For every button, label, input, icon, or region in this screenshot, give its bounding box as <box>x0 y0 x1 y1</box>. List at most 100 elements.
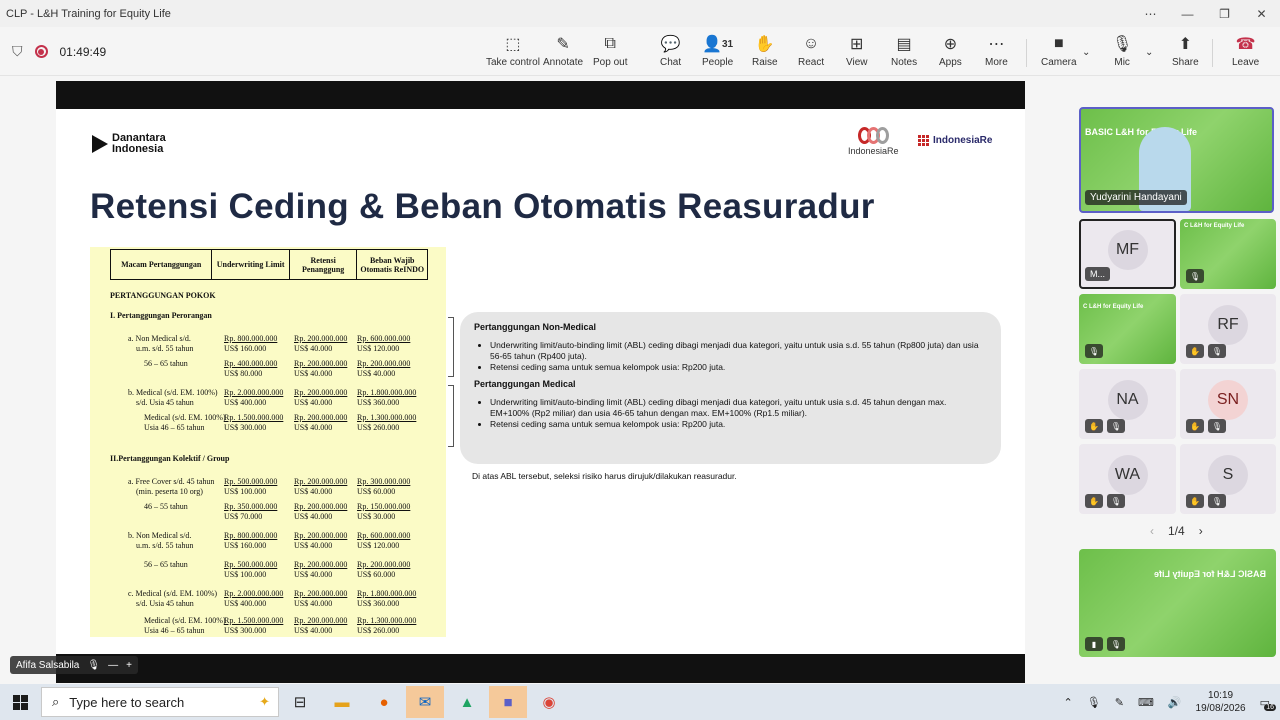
chat-button[interactable]: 💬 Chat <box>660 33 681 73</box>
speaker-icon[interactable]: 🔊 <box>1168 696 1182 709</box>
meeting-timer: 01:49:49 <box>59 44 107 59</box>
firefox-button[interactable]: ● <box>365 686 403 718</box>
teams-button[interactable]: ■ <box>489 686 527 718</box>
zoom-in-button[interactable]: + <box>126 660 132 671</box>
table-cell: Rp. 150.000.000 <box>357 502 411 511</box>
shared-view-tile[interactable]: BASIC L&H for Equity Life ▮ 🎙 <box>1079 549 1276 657</box>
chrome-icon: ◉ <box>542 694 556 711</box>
google-drive-button[interactable]: ▲ <box>448 686 486 718</box>
table-cell: US$ 160.000 <box>224 541 267 550</box>
hand-icon: ✋ <box>1186 494 1204 508</box>
search-icon: ⌕ <box>52 694 60 709</box>
table-header: Macam Pertanggungan Underwriting Limit R… <box>110 249 428 280</box>
danantara-mark-icon <box>92 135 108 153</box>
take-control-icon: ⬚ <box>505 36 521 53</box>
panel-bullet: Retensi ceding sama untuk semua kelompok… <box>490 419 987 430</box>
chrome-button[interactable]: ◉ <box>530 686 568 718</box>
zoom-out-button[interactable]: — <box>108 660 118 671</box>
phone-hangup-icon: ☎ <box>1235 36 1256 53</box>
minimize-button[interactable]: — <box>1169 0 1206 27</box>
participant-tile[interactable]: MF M... <box>1079 219 1176 289</box>
pop-out-button[interactable]: ⧉ Pop out <box>593 33 627 73</box>
hand-icon: ✋ <box>1085 419 1103 433</box>
restore-button[interactable]: ❐ <box>1206 0 1243 27</box>
recording-icon <box>34 45 48 58</box>
mic-options-chevron[interactable]: ⌄ <box>1145 41 1153 81</box>
folder-icon: ▬ <box>334 693 350 711</box>
chevron-right-icon[interactable]: › <box>1199 524 1203 538</box>
mic-tray-icon[interactable]: 🎙 <box>1087 696 1101 709</box>
take-control-button[interactable]: ⬚ Take control <box>486 33 540 73</box>
brace <box>448 317 454 377</box>
mic-button[interactable]: 🎙 Mic <box>1112 33 1132 73</box>
camera-button[interactable]: ■ Camera <box>1041 33 1077 73</box>
share-button[interactable]: ⬆ Share <box>1172 33 1199 73</box>
participant-tile[interactable]: NA ✋ 🎙 <box>1079 369 1176 439</box>
chevron-up-icon[interactable]: ⌃ <box>1064 696 1073 709</box>
annotate-button[interactable]: ✎ Annotate <box>543 33 583 73</box>
participant-name: Yudyarini Handayani <box>1085 190 1187 205</box>
view-button[interactable]: ⊞ View <box>846 33 868 73</box>
table-cell: US$ 100.000 <box>224 487 267 496</box>
file-explorer-button[interactable]: ▬ <box>323 686 361 718</box>
taskbar-search[interactable]: ⌕ Type here to search ✦ <box>41 687 279 717</box>
table-row-label: 46 – 55 tahun <box>144 502 188 511</box>
task-view-button[interactable]: ⊟ <box>281 686 319 718</box>
mic-muted-icon: 🎙 <box>1208 419 1226 433</box>
camera-icon: ■ <box>1053 35 1064 52</box>
leave-button[interactable]: ☎ Leave <box>1232 33 1259 73</box>
chevron-down-icon: ⌄ <box>1145 46 1154 58</box>
table-cell: Rp. 800.000.000 <box>224 531 278 540</box>
section-heading: I. Pertanggungan Perorangan <box>110 311 212 320</box>
table-row-label: Medical (s/d. EM. 100%) <box>144 616 226 625</box>
people-button[interactable]: 👤 31 People <box>702 33 733 73</box>
slide-title: Retensi Ceding & Beban Otomatis Reasurad… <box>90 187 875 226</box>
table-cell: Rp. 2.000.000.000 <box>224 589 284 598</box>
rings-icon <box>848 127 899 144</box>
pen-tray-icon[interactable]: ✎ <box>1115 696 1124 709</box>
close-window-button[interactable]: ✕ <box>1243 0 1280 27</box>
chevron-left-icon[interactable]: ‹ <box>1150 524 1154 538</box>
table-row-label: a. Free Cover s/d. 45 tahun <box>128 477 215 486</box>
retention-table-image: Macam Pertanggungan Underwriting Limit R… <box>90 247 454 637</box>
participant-tile[interactable]: C L&H for Equity Life 🎙 <box>1180 219 1276 289</box>
outlook-button[interactable]: ✉ <box>406 686 444 718</box>
camera-options-chevron[interactable]: ⌄ <box>1082 41 1090 81</box>
table-cell: Rp. 200.000.000 <box>294 334 348 343</box>
hand-icon: ✋ <box>754 36 775 53</box>
window-more-icon[interactable]: ⋯ <box>1132 0 1169 27</box>
table-cell: Rp. 1.300.000.000 <box>357 616 417 625</box>
table-row-label: b. Medical (s/d. EM. 100%) <box>128 388 218 397</box>
sparkle-icon: ✦ <box>259 694 270 709</box>
participant-tile[interactable]: RF ✋ 🎙 <box>1180 294 1276 364</box>
table-cell: Rp. 200.000.000 <box>294 502 348 511</box>
table-cell: US$ 40.000 <box>294 398 333 407</box>
clock[interactable]: 10:19 19/08/2026 <box>1196 689 1246 715</box>
more-button[interactable]: ⋯ More <box>985 33 1008 73</box>
panel-heading-medical: Pertanggungan Medical <box>474 379 576 389</box>
notes-button[interactable]: ▤ Notes <box>891 33 917 73</box>
notes-icon: ▤ <box>896 36 912 53</box>
participant-tile[interactable]: SN ✋ 🎙 <box>1180 369 1276 439</box>
table-cell: US$ 260.000 <box>357 423 400 432</box>
react-button[interactable]: ☺ React <box>798 33 824 73</box>
table-cell: Rp. 200.000.000 <box>294 477 348 486</box>
start-button[interactable] <box>0 684 40 720</box>
presentation-slide: Danantara Indonesia IndonesiaRe Indonesia… <box>56 109 1025 654</box>
system-tray: ⌃ 🎙 ✎ ⌨ 🔊 10:19 19/08/2026 ▭ 16 <box>1064 684 1280 720</box>
apps-button[interactable]: ⊕ Apps <box>939 33 962 73</box>
active-speaker-tile[interactable]: BASIC L&H for Equity Life Yudyarini Hand… <box>1079 107 1274 213</box>
pen-icon: ✎ <box>556 36 570 53</box>
participant-tile[interactable]: WA ✋ 🎙 <box>1079 444 1176 514</box>
participant-tile[interactable]: S ✋ 🎙 <box>1180 444 1276 514</box>
raise-hand-button[interactable]: ✋ Raise <box>752 33 778 73</box>
participant-tile[interactable]: C L&H for Equity Life 🎙 <box>1079 294 1176 364</box>
table-cell: Rp. 600.000.000 <box>357 334 411 343</box>
indonesiare-logo: IndonesiaRe <box>848 127 899 156</box>
panel-bullet: Retensi ceding sama untuk semua kelompok… <box>490 362 987 373</box>
table-row-label: s/d. Usia 45 tahun <box>136 599 194 608</box>
panel-bullet: Underwriting limit/auto-binding limit (A… <box>490 340 987 362</box>
keyboard-icon[interactable]: ⌨ <box>1138 696 1154 709</box>
notification-icon[interactable]: ▭ 16 <box>1260 696 1276 711</box>
panel-heading-nonmedical: Pertanggungan Non-Medical <box>474 322 597 332</box>
